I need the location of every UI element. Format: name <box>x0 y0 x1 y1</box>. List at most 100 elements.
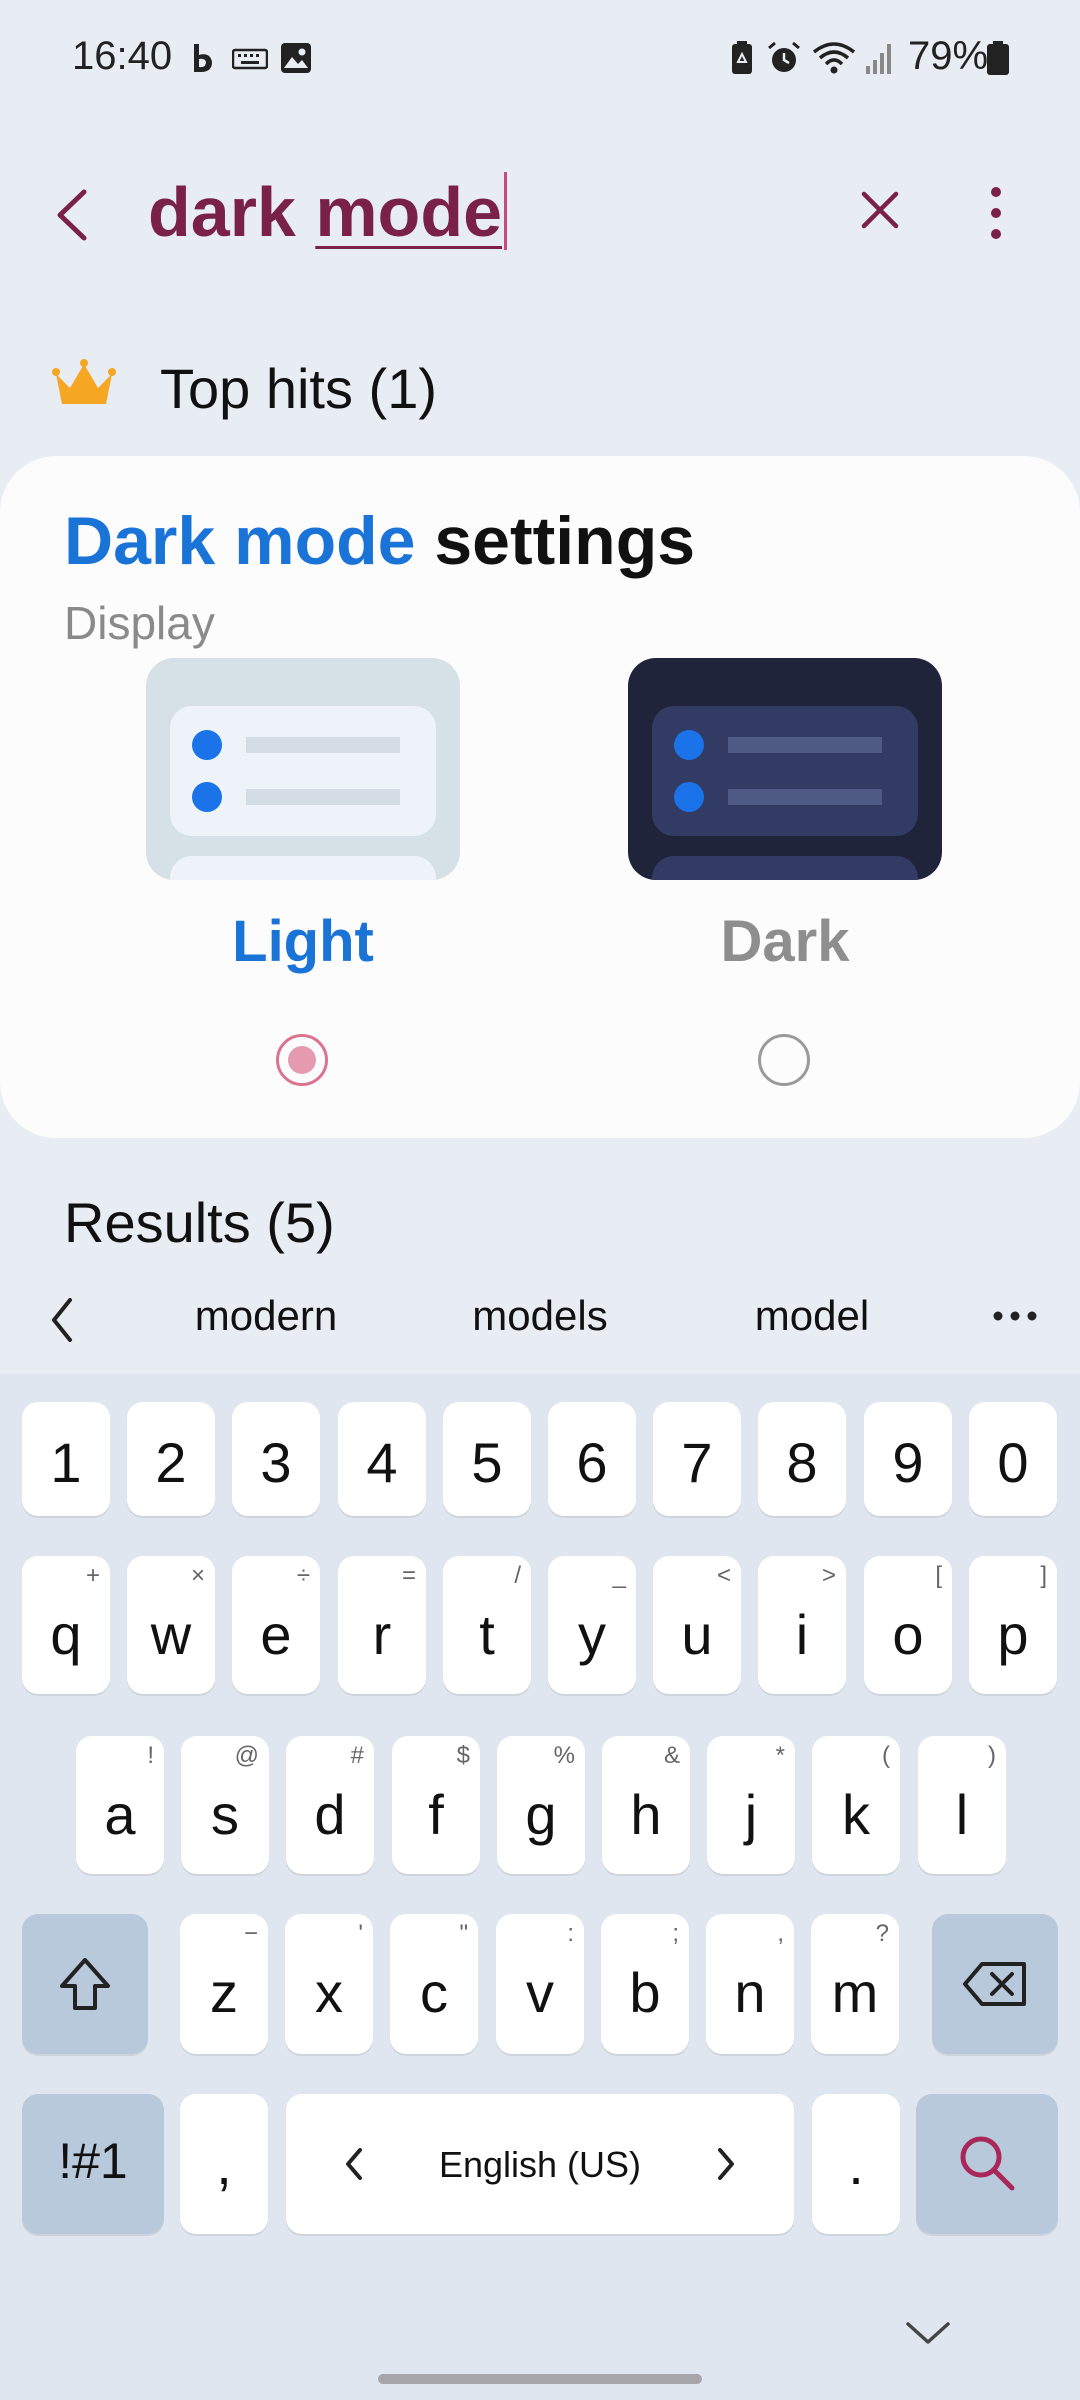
letter-key[interactable]: e ÷ <box>232 1556 320 1694</box>
letter-key[interactable]: m? <box>811 1914 899 2054</box>
shift-key[interactable] <box>22 1914 148 2054</box>
key-label: o <box>892 1603 924 1666</box>
key-label: 4 <box>366 1431 398 1494</box>
number-key[interactable]: 0 <box>969 1402 1057 1516</box>
letter-key[interactable]: r = <box>338 1556 426 1694</box>
letter-key[interactable]: l) <box>918 1736 1006 1874</box>
dark-mode-settings-card[interactable]: Dark mode settings Display Light Dark <box>0 456 1080 1138</box>
space-key[interactable]: English (US) <box>286 2094 794 2234</box>
letter-key[interactable]: i > <box>758 1556 846 1694</box>
clear-icon[interactable] <box>856 186 904 234</box>
key-hint: # <box>350 1742 364 1769</box>
key-label: s <box>211 1783 239 1846</box>
number-key[interactable]: 6 <box>548 1402 636 1516</box>
key-hint: : <box>567 1920 574 1947</box>
letter-key[interactable]: u < <box>653 1556 741 1694</box>
key-label: 2 <box>155 1431 187 1494</box>
keyboard <box>0 1374 1080 2400</box>
card-title-highlight: Dark mode <box>64 503 416 579</box>
suggestion-word[interactable]: modern <box>166 1292 366 1340</box>
search-icon <box>960 2136 1015 2191</box>
signal-icon <box>866 44 891 74</box>
letter-key[interactable]: o[ <box>864 1556 952 1694</box>
letter-key[interactable]: n, <box>706 1914 794 2054</box>
key-label: r <box>372 1603 392 1666</box>
key-hint: % <box>553 1742 575 1769</box>
battery-percent: 79% <box>908 34 989 78</box>
number-key[interactable]: 7 <box>653 1402 741 1516</box>
key-label: 7 <box>681 1431 713 1494</box>
more-options-icon[interactable] <box>976 180 1016 246</box>
key-hint: ! <box>147 1742 154 1769</box>
more-suggestions-icon[interactable] <box>990 1306 1040 1326</box>
backspace-key[interactable] <box>932 1914 1058 2054</box>
hide-keyboard-icon[interactable] <box>904 2318 952 2348</box>
number-key[interactable]: 2 <box>127 1402 215 1516</box>
language-next-icon <box>718 2148 734 2180</box>
number-key[interactable]: 3 <box>232 1402 320 1516</box>
keyboard-icon <box>232 48 268 70</box>
suggestion-word[interactable]: model <box>712 1292 912 1340</box>
battery-icon <box>987 41 1009 75</box>
period-key[interactable]: . <box>812 2094 900 2234</box>
key-hint: , <box>777 1920 784 1947</box>
backspace-icon <box>963 1962 1026 2006</box>
comma-key[interactable]: , <box>180 2094 268 2234</box>
dark-radio-button[interactable] <box>758 1034 810 1086</box>
key-hint: + <box>85 1562 100 1589</box>
symbols-key[interactable]: !#1 <box>22 2094 164 2234</box>
letter-key[interactable]: z − <box>180 1914 268 2054</box>
letter-key[interactable]: a! <box>76 1736 164 1874</box>
letter-key[interactable]: t / <box>443 1556 531 1694</box>
letter-key[interactable]: b; <box>601 1914 689 2054</box>
letter-key[interactable]: q + <box>22 1556 110 1694</box>
light-radio-button[interactable] <box>276 1034 328 1086</box>
key-hint: − <box>243 1920 258 1947</box>
symbols-key-label: !#1 <box>58 2133 128 2189</box>
dark-option-label[interactable]: Dark <box>628 908 942 975</box>
number-key[interactable]: 1 <box>22 1402 110 1516</box>
card-title: Dark mode settings <box>64 502 695 580</box>
key-label: n <box>734 1961 766 2024</box>
key-label: 6 <box>576 1431 608 1494</box>
number-key[interactable]: 4 <box>338 1402 426 1516</box>
number-key[interactable]: 5 <box>443 1402 531 1516</box>
letter-key[interactable]: p] <box>969 1556 1057 1694</box>
status-bar: 16:40 79% <box>0 0 1080 120</box>
navigation-handle[interactable] <box>378 2374 702 2384</box>
bixby-icon <box>194 44 212 72</box>
key-label: l <box>955 1783 969 1846</box>
letter-key[interactable]: c " <box>390 1914 478 2054</box>
letter-key[interactable]: x ' <box>285 1914 373 2054</box>
letter-key[interactable]: y _ <box>548 1556 636 1694</box>
key-hint: " <box>459 1920 468 1947</box>
letter-key[interactable]: h & <box>602 1736 690 1874</box>
suggestion-word[interactable]: models <box>440 1292 640 1340</box>
letter-key[interactable]: w × <box>127 1556 215 1694</box>
search-input[interactable]: dark mode <box>148 172 508 252</box>
light-mode-preview[interactable] <box>146 658 460 880</box>
letter-key[interactable]: f $ <box>392 1736 480 1874</box>
key-label: t <box>479 1603 495 1666</box>
letter-key[interactable]: s @ <box>181 1736 269 1874</box>
number-key[interactable]: 8 <box>758 1402 846 1516</box>
key-hint: ? <box>875 1920 889 1947</box>
key-label: f <box>428 1783 444 1846</box>
letter-key[interactable]: k( <box>812 1736 900 1874</box>
comma-key-label: , <box>216 2133 232 2196</box>
dark-mode-preview[interactable] <box>628 658 942 880</box>
letter-key[interactable]: j * <box>707 1736 795 1874</box>
light-option-label[interactable]: Light <box>146 908 460 975</box>
back-arrow-icon[interactable] <box>44 180 104 250</box>
letter-key[interactable]: d # <box>286 1736 374 1874</box>
suggestion-back-icon[interactable] <box>44 1292 80 1348</box>
key-label: v <box>526 1961 554 2024</box>
key-label: j <box>744 1783 758 1846</box>
letter-key[interactable]: g% <box>497 1736 585 1874</box>
letter-key[interactable]: v: <box>496 1914 584 2054</box>
search-key[interactable] <box>916 2094 1058 2234</box>
number-key[interactable]: 9 <box>864 1402 952 1516</box>
preview-panel <box>170 706 436 836</box>
key-label: m <box>831 1961 879 2024</box>
key-hint: > <box>821 1562 836 1589</box>
